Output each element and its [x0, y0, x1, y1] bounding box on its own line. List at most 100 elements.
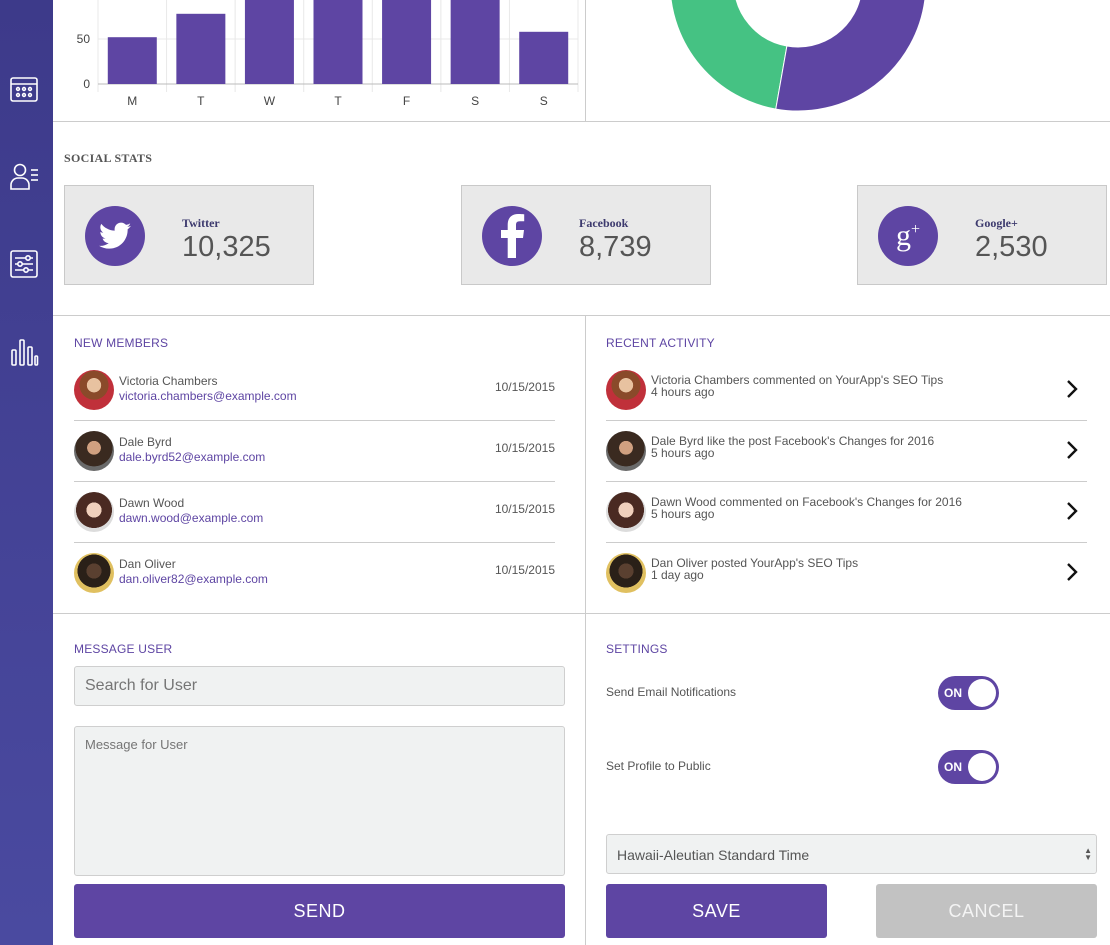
member-name: Victoria Chambers: [119, 374, 218, 388]
donut-slice-0[interactable]: [670, 0, 788, 110]
y-tick-label: 0: [83, 77, 90, 91]
email-notifications-toggle[interactable]: ON: [938, 676, 999, 710]
sliders-icon[interactable]: [8, 248, 40, 280]
facebook-icon: [482, 206, 542, 266]
bar-chart-icon[interactable]: [8, 336, 40, 368]
toggle-knob: [968, 679, 996, 707]
social-stats-section: SOCIAL STATS Twitter 10,325 Facebook 8,7…: [53, 122, 1110, 316]
bar-1[interactable]: [176, 13, 226, 84]
recent-activity-title: RECENT ACTIVITY: [606, 336, 715, 350]
member-date: 10/15/2015: [494, 502, 555, 516]
twitter-value: 10,325: [182, 231, 271, 263]
settings-panel: SETTINGS Send Email Notifications ON Set…: [586, 614, 1110, 945]
calendar-icon[interactable]: [8, 73, 40, 105]
member-email[interactable]: dale.byrd52@example.com: [119, 450, 265, 464]
member-row[interactable]: Dan Oliver dan.oliver82@example.com 10/1…: [74, 543, 555, 604]
new-members-title: NEW MEMBERS: [74, 336, 169, 350]
message-user-panel: MESSAGE USER SEND: [53, 614, 586, 945]
chart-row: 0 50 M T W T F S S: [53, 0, 1110, 122]
member-email[interactable]: dawn.wood@example.com: [119, 511, 263, 525]
chevron-right-icon[interactable]: [1065, 378, 1079, 400]
member-date: 10/15/2015: [494, 441, 555, 455]
activity-row[interactable]: Dale Byrd like the post Facebook's Chang…: [606, 421, 1087, 482]
x-tick-label: M: [127, 94, 137, 108]
activity-time: 1 day ago: [651, 568, 704, 582]
bar-4[interactable]: [382, 0, 432, 84]
activity-time: 5 hours ago: [651, 446, 715, 460]
member-date: 10/15/2015: [494, 563, 555, 577]
timezone-select[interactable]: Hawaii-Aleutian Standard Time ▲ ▼: [606, 834, 1097, 874]
avatar: [606, 431, 646, 471]
activity-row[interactable]: Dawn Wood commented on Facebook's Change…: [606, 482, 1087, 543]
toggle-state: ON: [944, 686, 962, 700]
bar-3[interactable]: [313, 0, 363, 84]
avatar: [74, 370, 114, 410]
google-plus-card[interactable]: g+ Google+ 2,530: [857, 185, 1107, 285]
bar-chart-svg: 0 50 M T W T F S S: [77, 0, 579, 108]
weekly-bar-chart: 0 50 M T W T F S S: [53, 0, 586, 121]
recent-activity-panel: RECENT ACTIVITY Victoria Chambers commen…: [586, 316, 1110, 614]
avatar: [74, 553, 114, 593]
twitter-name: Twitter: [182, 216, 220, 230]
public-profile-toggle[interactable]: ON: [938, 750, 999, 784]
twitter-icon: [85, 206, 145, 266]
timezone-value: Hawaii-Aleutian Standard Time: [617, 847, 810, 863]
search-user-input[interactable]: [74, 666, 565, 706]
member-date: 10/15/2015: [494, 380, 555, 394]
send-button[interactable]: SEND: [74, 884, 565, 938]
twitter-card[interactable]: Twitter 10,325: [64, 185, 314, 285]
x-tick-label: F: [403, 94, 410, 108]
settings-title: SETTINGS: [606, 642, 668, 656]
public-profile-label: Set Profile to Public: [606, 759, 711, 773]
google-plus-name: Google+: [975, 216, 1018, 230]
member-row[interactable]: Victoria Chambers victoria.chambers@exam…: [74, 360, 555, 421]
x-tick-label: T: [334, 94, 342, 108]
main-content: 0 50 M T W T F S S SOCIAL STATS Twitter 10,325 F…: [53, 0, 1110, 945]
facebook-name: Facebook: [579, 216, 629, 230]
member-name: Dawn Wood: [119, 496, 185, 510]
member-email[interactable]: dan.oliver82@example.com: [119, 572, 268, 586]
chevron-right-icon[interactable]: [1065, 561, 1079, 583]
donut-chart: [586, 0, 1110, 121]
social-stats-title: SOCIAL STATS: [64, 151, 153, 165]
avatar: [74, 431, 114, 471]
user-list-icon[interactable]: [8, 160, 40, 192]
x-tick-label: T: [197, 94, 205, 108]
new-members-panel: NEW MEMBERS Victoria Chambers victoria.c…: [53, 316, 586, 614]
x-tick-label: S: [540, 94, 548, 108]
sidebar: [0, 0, 53, 945]
member-name: Dale Byrd: [119, 435, 172, 449]
member-row[interactable]: Dale Byrd dale.byrd52@example.com 10/15/…: [74, 421, 555, 482]
select-arrows-icon: ▲ ▼: [1084, 846, 1092, 862]
avatar: [74, 492, 114, 532]
activity-row[interactable]: Dan Oliver posted YourApp's SEO Tips 1 d…: [606, 543, 1087, 604]
google-plus-icon: g+: [878, 206, 938, 266]
facebook-card[interactable]: Facebook 8,739: [461, 185, 711, 285]
donut-chart-svg: [670, 0, 926, 112]
facebook-value: 8,739: [579, 231, 652, 263]
bar-5[interactable]: [450, 0, 500, 84]
member-name: Dan Oliver: [119, 557, 176, 571]
email-notifications-label: Send Email Notifications: [606, 685, 737, 699]
activity-time: 5 hours ago: [651, 507, 715, 521]
member-email[interactable]: victoria.chambers@example.com: [119, 389, 297, 403]
message-textarea[interactable]: [74, 726, 565, 876]
cancel-button[interactable]: CANCEL: [876, 884, 1097, 938]
x-tick-label: W: [264, 94, 276, 108]
google-plus-value: 2,530: [975, 231, 1048, 263]
member-row[interactable]: Dawn Wood dawn.wood@example.com 10/15/20…: [74, 482, 555, 543]
avatar: [606, 370, 646, 410]
message-user-title: MESSAGE USER: [74, 642, 173, 656]
avatar: [606, 553, 646, 593]
bar-6[interactable]: [519, 31, 569, 84]
chevron-right-icon[interactable]: [1065, 439, 1079, 461]
bar-0[interactable]: [107, 37, 157, 84]
toggle-knob: [968, 753, 996, 781]
avatar: [606, 492, 646, 532]
save-button[interactable]: SAVE: [606, 884, 827, 938]
x-tick-label: S: [471, 94, 479, 108]
y-tick-label: 50: [77, 32, 91, 46]
activity-row[interactable]: Victoria Chambers commented on YourApp's…: [606, 360, 1087, 421]
bar-2[interactable]: [244, 0, 294, 84]
chevron-right-icon[interactable]: [1065, 500, 1079, 522]
